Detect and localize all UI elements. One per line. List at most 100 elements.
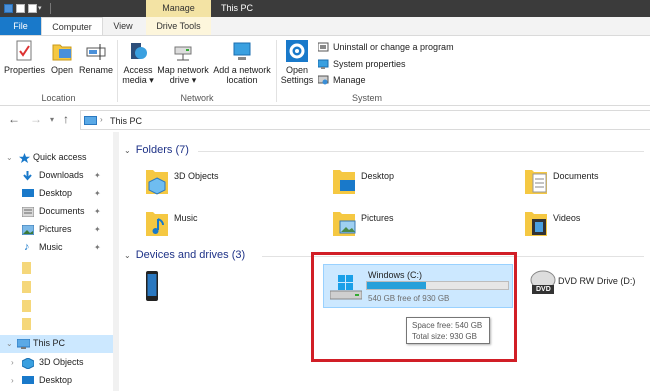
forward-arrow-icon[interactable]: → — [30, 112, 42, 126]
nav-label: Pictures — [39, 224, 72, 234]
title-bar: ▾ Manage This PC — [0, 0, 650, 17]
nav-label: Desktop — [39, 375, 73, 385]
cube-icon — [22, 358, 34, 369]
nav-3d-objects[interactable]: › 3D Objects — [0, 354, 113, 371]
folder-label: Desktop — [361, 171, 395, 181]
tab-file[interactable]: File — [0, 17, 41, 35]
nav-folder[interactable] — [0, 258, 113, 275]
drive-dvd-d[interactable]: DVD DVD RW Drive (D:) — [530, 270, 635, 300]
devices-section-header[interactable]: ⌄ Devices and drives (3) — [124, 248, 245, 262]
portable-device[interactable] — [145, 270, 159, 304]
folder-icon — [22, 262, 31, 274]
folder-label: Pictures — [361, 213, 394, 223]
collapse-chevron-icon[interactable]: ⌄ — [124, 251, 131, 260]
dvd-drive-icon — [530, 270, 556, 294]
gear-icon — [286, 40, 308, 62]
uninstall-label: Uninstall or change a program — [333, 42, 454, 52]
properties-button[interactable]: Properties — [4, 39, 46, 75]
open-settings-label-1: Open — [285, 65, 309, 75]
expand-chevron-icon[interactable]: › — [11, 372, 14, 389]
properties-label: Properties — [4, 65, 46, 75]
tab-computer[interactable]: Computer — [41, 17, 103, 36]
folder-label: Documents — [553, 171, 599, 181]
documents-icon — [22, 207, 34, 217]
desktop-icon — [22, 189, 34, 197]
nav-desktop[interactable]: Desktop ✦ — [0, 185, 113, 202]
drive-name: DVD RW Drive (D:) — [558, 276, 636, 286]
nav-scrollbar[interactable] — [113, 132, 119, 391]
folder-label: Videos — [553, 213, 581, 223]
qat-dropdown-icon[interactable]: ▾ — [38, 4, 42, 12]
address-path[interactable]: This PC — [110, 116, 142, 126]
location-group-label: Location — [41, 93, 76, 103]
navigation-pane: ⌄ Quick access Downloads ✦ Desktop ✦ Doc… — [0, 132, 113, 391]
up-arrow-icon[interactable]: ↑ — [63, 112, 69, 126]
pin-icon[interactable]: ✦ — [94, 185, 101, 202]
nav-label: This PC — [33, 338, 66, 348]
folder-label: Music — [174, 213, 198, 223]
nav-folder[interactable] — [0, 314, 113, 331]
pin-icon[interactable]: ✦ — [94, 203, 101, 220]
folders-header-label: Folders (7) — [135, 144, 189, 156]
address-bar-row: ← → ▾ ↑ › This PC — [0, 106, 650, 132]
system-properties-icon — [318, 59, 329, 69]
nav-downloads[interactable]: Downloads ✦ — [0, 167, 113, 184]
open-folder-icon — [52, 44, 72, 61]
nav-quick-access[interactable]: ⌄ Quick access — [0, 149, 113, 166]
nav-this-pc[interactable]: ⌄ This PC — [0, 335, 113, 353]
nav-desktop-pc[interactable]: › Desktop — [0, 372, 113, 389]
desktop-folder-icon — [333, 170, 355, 194]
chevron-right-icon[interactable]: › — [100, 115, 103, 124]
manage-context-tab[interactable]: Manage — [146, 0, 211, 17]
open-button[interactable]: Open — [48, 39, 76, 75]
pin-icon[interactable]: ✦ — [94, 167, 101, 184]
properties-qat-icon[interactable] — [16, 4, 25, 13]
star-icon — [19, 153, 30, 163]
folder-icon — [22, 281, 31, 293]
properties-icon — [16, 40, 32, 61]
nav-label: 3D Objects — [39, 357, 84, 367]
nav-folder[interactable] — [0, 277, 113, 294]
address-bar[interactable] — [80, 110, 650, 130]
window-title: This PC — [221, 3, 254, 13]
open-settings-button[interactable]: Open Settings — [280, 39, 314, 85]
new-folder-qat-icon[interactable] — [28, 4, 37, 13]
folders-section-header[interactable]: ⌄ Folders (7) — [124, 143, 189, 157]
expand-chevron-icon[interactable]: ⌄ — [6, 335, 13, 352]
nav-folder[interactable] — [0, 296, 113, 313]
explorer-icon[interactable] — [4, 4, 13, 13]
access-media-button[interactable]: Access media ▾ — [120, 39, 156, 85]
expand-chevron-icon[interactable]: ⌄ — [6, 149, 13, 166]
nav-music[interactable]: ♪ Music ✦ — [0, 239, 113, 256]
media-icon — [131, 43, 147, 59]
network-drive-icon — [174, 46, 192, 61]
ribbon: Properties Open Rename Location Access m… — [0, 35, 650, 106]
network-location-icon — [233, 42, 251, 60]
phone-icon — [146, 271, 158, 301]
back-arrow-icon[interactable]: ← — [8, 112, 20, 126]
manage-icon — [318, 75, 329, 85]
nav-label: Music — [39, 242, 63, 252]
open-settings-label-2: Settings — [280, 75, 314, 85]
nav-label: Quick access — [33, 152, 87, 162]
collapse-chevron-icon[interactable]: ⌄ — [124, 146, 131, 155]
map-network-drive-button[interactable]: Map network drive ▾ — [156, 39, 210, 85]
pin-icon[interactable]: ✦ — [94, 239, 101, 256]
network-group-label: Network — [180, 93, 214, 103]
videos-folder-icon — [525, 212, 547, 236]
uninstall-icon — [318, 42, 329, 52]
system-group-label: System — [351, 93, 382, 103]
recent-locations-icon[interactable]: ▾ — [50, 115, 54, 124]
nav-documents[interactable]: Documents ✦ — [0, 203, 113, 220]
tab-view[interactable]: View — [103, 17, 143, 35]
map-drive-label-1: Map network — [157, 65, 209, 75]
pin-icon[interactable]: ✦ — [94, 221, 101, 238]
access-media-label-2: media ▾ — [122, 75, 154, 85]
add-location-label-1: Add a network — [213, 65, 271, 75]
expand-chevron-icon[interactable]: › — [11, 354, 14, 371]
tab-drive-tools[interactable]: Drive Tools — [146, 17, 211, 35]
add-network-location-button[interactable]: Add a network location — [211, 39, 273, 85]
music-folder-icon — [146, 212, 168, 236]
nav-pictures[interactable]: Pictures ✦ — [0, 221, 113, 238]
rename-button[interactable]: Rename — [79, 39, 113, 75]
